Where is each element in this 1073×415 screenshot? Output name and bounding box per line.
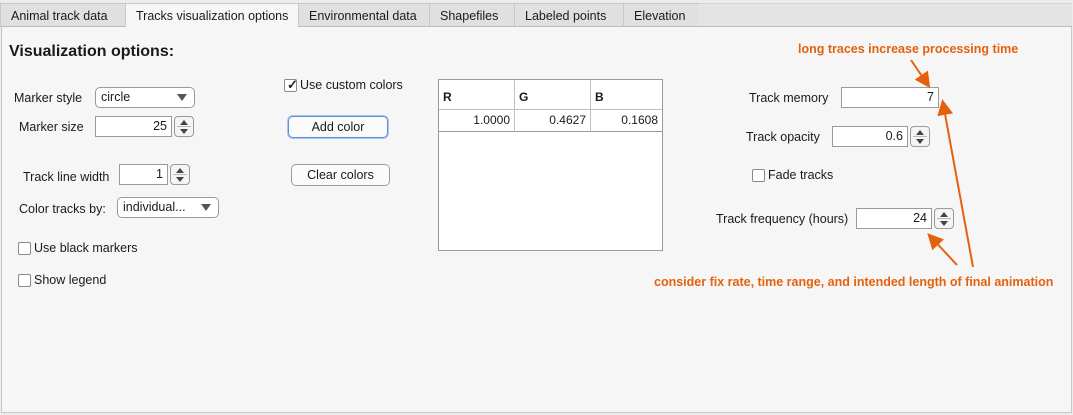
- arrow-to-track-memory-long: [937, 99, 974, 268]
- annotation-arrows: [910, 59, 974, 268]
- arrow-to-track-memory: [910, 59, 931, 89]
- arrow-to-track-frequency: [927, 233, 958, 266]
